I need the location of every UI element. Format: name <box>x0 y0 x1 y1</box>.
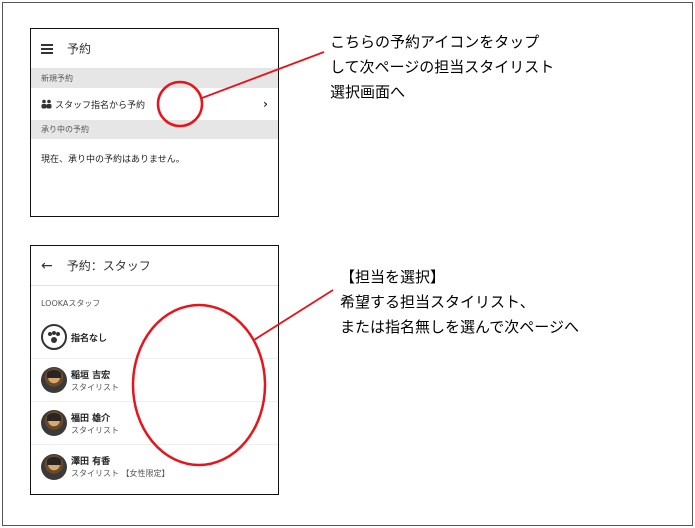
highlight-circle-staff-link <box>156 80 204 128</box>
pointer-line <box>201 51 325 99</box>
pointer-line <box>253 289 334 341</box>
annotation-overlay <box>131 51 334 467</box>
highlight-circle-staff-list <box>131 303 267 467</box>
